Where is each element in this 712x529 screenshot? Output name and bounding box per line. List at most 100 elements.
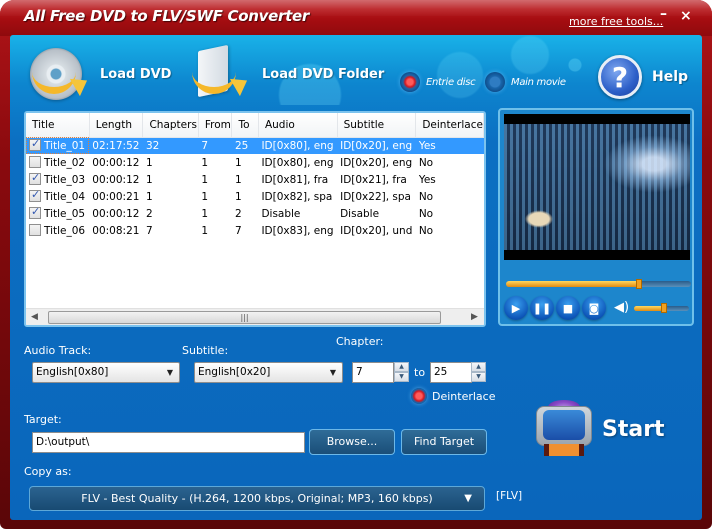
subtitle-value: English[0x20] (198, 366, 271, 378)
deinterlace-cell: Yes (418, 173, 436, 186)
column-header[interactable]: From (198, 113, 233, 138)
play-button[interactable]: ▶ (504, 296, 528, 320)
chapter-label: Chapter: (336, 335, 384, 348)
chapters-cell: 1 (145, 156, 153, 169)
subtitle-cell: ID[0x22], spa (340, 190, 411, 203)
title-cell: Title_05 (26, 205, 89, 222)
chapter-from-stepper[interactable]: ▲ ▼ (394, 362, 409, 383)
chevron-down-icon: ▼ (464, 493, 472, 504)
deinterlace-toggle[interactable]: Deinterlace (411, 388, 495, 404)
spin-up-icon[interactable]: ▲ (394, 362, 409, 372)
spin-down-icon[interactable]: ▼ (394, 372, 409, 382)
table-row[interactable]: Title_04 00:00:21 1 1 1 ID[0x82], spa ID[0x22]… (26, 188, 484, 205)
preview-panel: ▶ ❚❚ ■ ◙ ◀) (498, 108, 694, 326)
output-profile-value: FLV - Best Quality - (H.264, 1200 kbps, … (81, 492, 433, 505)
table-row[interactable]: Title_03 00:00:12 1 1 1 ID[0x81], fra ID[0x21]… (26, 171, 484, 188)
main-movie-radio[interactable]: Main movie (485, 72, 566, 92)
audio-cell: ID[0x80], eng (258, 137, 338, 154)
to-cell: 1 (234, 173, 242, 186)
table-row[interactable]: Title_06 00:08:21 7 1 7 ID[0x83], eng ID[0x20]… (26, 222, 484, 239)
to-cell: 1 (234, 156, 242, 169)
row-checkbox[interactable] (29, 205, 41, 219)
entire-disc-radio[interactable]: Entrie disc (400, 72, 476, 92)
title-cell: Title_03 (26, 171, 89, 188)
chapters-cell: 1 (145, 190, 153, 203)
close-button[interactable]: × (680, 8, 692, 24)
chapter-to-label: to (414, 366, 426, 379)
subtitle-cell: Disable (340, 207, 380, 220)
row-checkbox[interactable] (29, 156, 41, 168)
chapter-to-stepper[interactable]: ▲ ▼ (471, 362, 486, 383)
load-dvd-label: Load DVD (100, 66, 172, 82)
from-cell: 1 (201, 190, 209, 203)
find-target-button[interactable]: Find Target (401, 429, 487, 455)
row-checkbox[interactable] (29, 224, 41, 236)
chapter-to-input[interactable]: 25 (430, 362, 472, 383)
pause-button[interactable]: ❚❚ (530, 296, 554, 320)
length-cell: 00:00:21 (92, 190, 140, 203)
volume-handle[interactable] (661, 303, 668, 313)
deinterlace-label: Deinterlace (432, 389, 496, 403)
folder-arrow-icon (190, 44, 236, 100)
subtitle-cell: ID[0x20], eng (340, 156, 413, 169)
seek-slider[interactable] (506, 279, 691, 289)
load-dvd-folder-button[interactable]: Load DVD Folder (190, 44, 385, 100)
column-header[interactable]: Title (26, 113, 90, 138)
copy-as-label: Copy as: (24, 465, 72, 478)
to-cell: 2 (234, 207, 242, 220)
help-button[interactable]: ? Help (598, 55, 688, 99)
scroll-right-icon[interactable]: ▶ (471, 312, 478, 322)
chapters-cell: 1 (145, 173, 153, 186)
column-header[interactable]: To (231, 113, 259, 138)
target-path-input[interactable]: D:\output\ (32, 432, 305, 453)
minimize-button[interactable]: – (660, 6, 667, 22)
table-row[interactable]: Title_02 00:00:12 1 1 1 ID[0x80], eng ID[0x20]… (26, 154, 484, 171)
load-dvd-folder-label: Load DVD Folder (262, 66, 385, 82)
to-cell: 25 (231, 137, 259, 154)
scrollbar-thumb[interactable]: ||| (48, 311, 441, 324)
volume-slider[interactable] (634, 303, 689, 313)
browse-button[interactable]: Browse... (309, 429, 395, 455)
chapters-cell: 32 (142, 137, 199, 154)
volume-icon[interactable]: ◀) (614, 300, 629, 315)
row-checkbox[interactable] (29, 171, 41, 185)
title-bar[interactable]: All Free DVD to FLV/SWF Converter more f… (0, 0, 712, 36)
table-row[interactable]: Title_05 00:00:12 2 1 2 Disable Disable No (26, 205, 484, 222)
more-free-tools-link[interactable]: more free tools... (569, 15, 663, 28)
spin-up-icon[interactable]: ▲ (471, 362, 486, 372)
title-cell: Title_01 (26, 137, 90, 154)
help-icon: ? (598, 55, 642, 99)
row-checkbox[interactable] (29, 137, 41, 152)
row-checkbox[interactable] (29, 188, 41, 202)
length-cell: 00:00:12 (92, 156, 140, 169)
length-cell: 00:00:12 (92, 207, 140, 220)
start-button[interactable]: Start (534, 400, 665, 458)
horizontal-scrollbar[interactable]: ◀ ||| ▶ (26, 308, 484, 325)
audio-cell: ID[0x81], fra (261, 173, 329, 186)
load-dvd-button[interactable]: Load DVD (30, 48, 171, 100)
audio-cell: ID[0x83], eng (261, 224, 334, 237)
subtitle-cell: ID[0x20], eng (337, 137, 416, 154)
column-header[interactable]: Audio (258, 113, 338, 138)
volume-level (634, 306, 665, 311)
from-cell: 7 (198, 137, 232, 154)
chapter-from-input[interactable]: 7 (352, 362, 394, 383)
video-preview (504, 114, 690, 260)
spin-down-icon[interactable]: ▼ (471, 372, 486, 382)
column-header[interactable]: Subtitle (337, 113, 417, 138)
subtitle-select[interactable]: English[0x20] ▼ (194, 362, 343, 383)
scroll-left-icon[interactable]: ◀ (31, 312, 38, 322)
table-row[interactable]: Title_0102:17:5232725ID[0x80], engID[0x2… (26, 137, 484, 154)
app-window: All Free DVD to FLV/SWF Converter more f… (0, 0, 712, 529)
column-header[interactable]: Length (89, 113, 144, 138)
snapshot-button[interactable]: ◙ (582, 296, 606, 320)
seek-handle[interactable] (636, 279, 643, 289)
target-label: Target: (24, 413, 62, 426)
column-header[interactable]: Deinterlace (415, 113, 484, 138)
audio-track-select[interactable]: English[0x80] ▼ (32, 362, 180, 383)
radio-selected-icon (400, 72, 420, 92)
output-profile-select[interactable]: FLV - Best Quality - (H.264, 1200 kbps, … (29, 486, 485, 511)
stop-button[interactable]: ■ (556, 296, 580, 320)
deinterlace-cell: Yes (415, 137, 484, 154)
column-header[interactable]: Chapters (142, 113, 199, 138)
